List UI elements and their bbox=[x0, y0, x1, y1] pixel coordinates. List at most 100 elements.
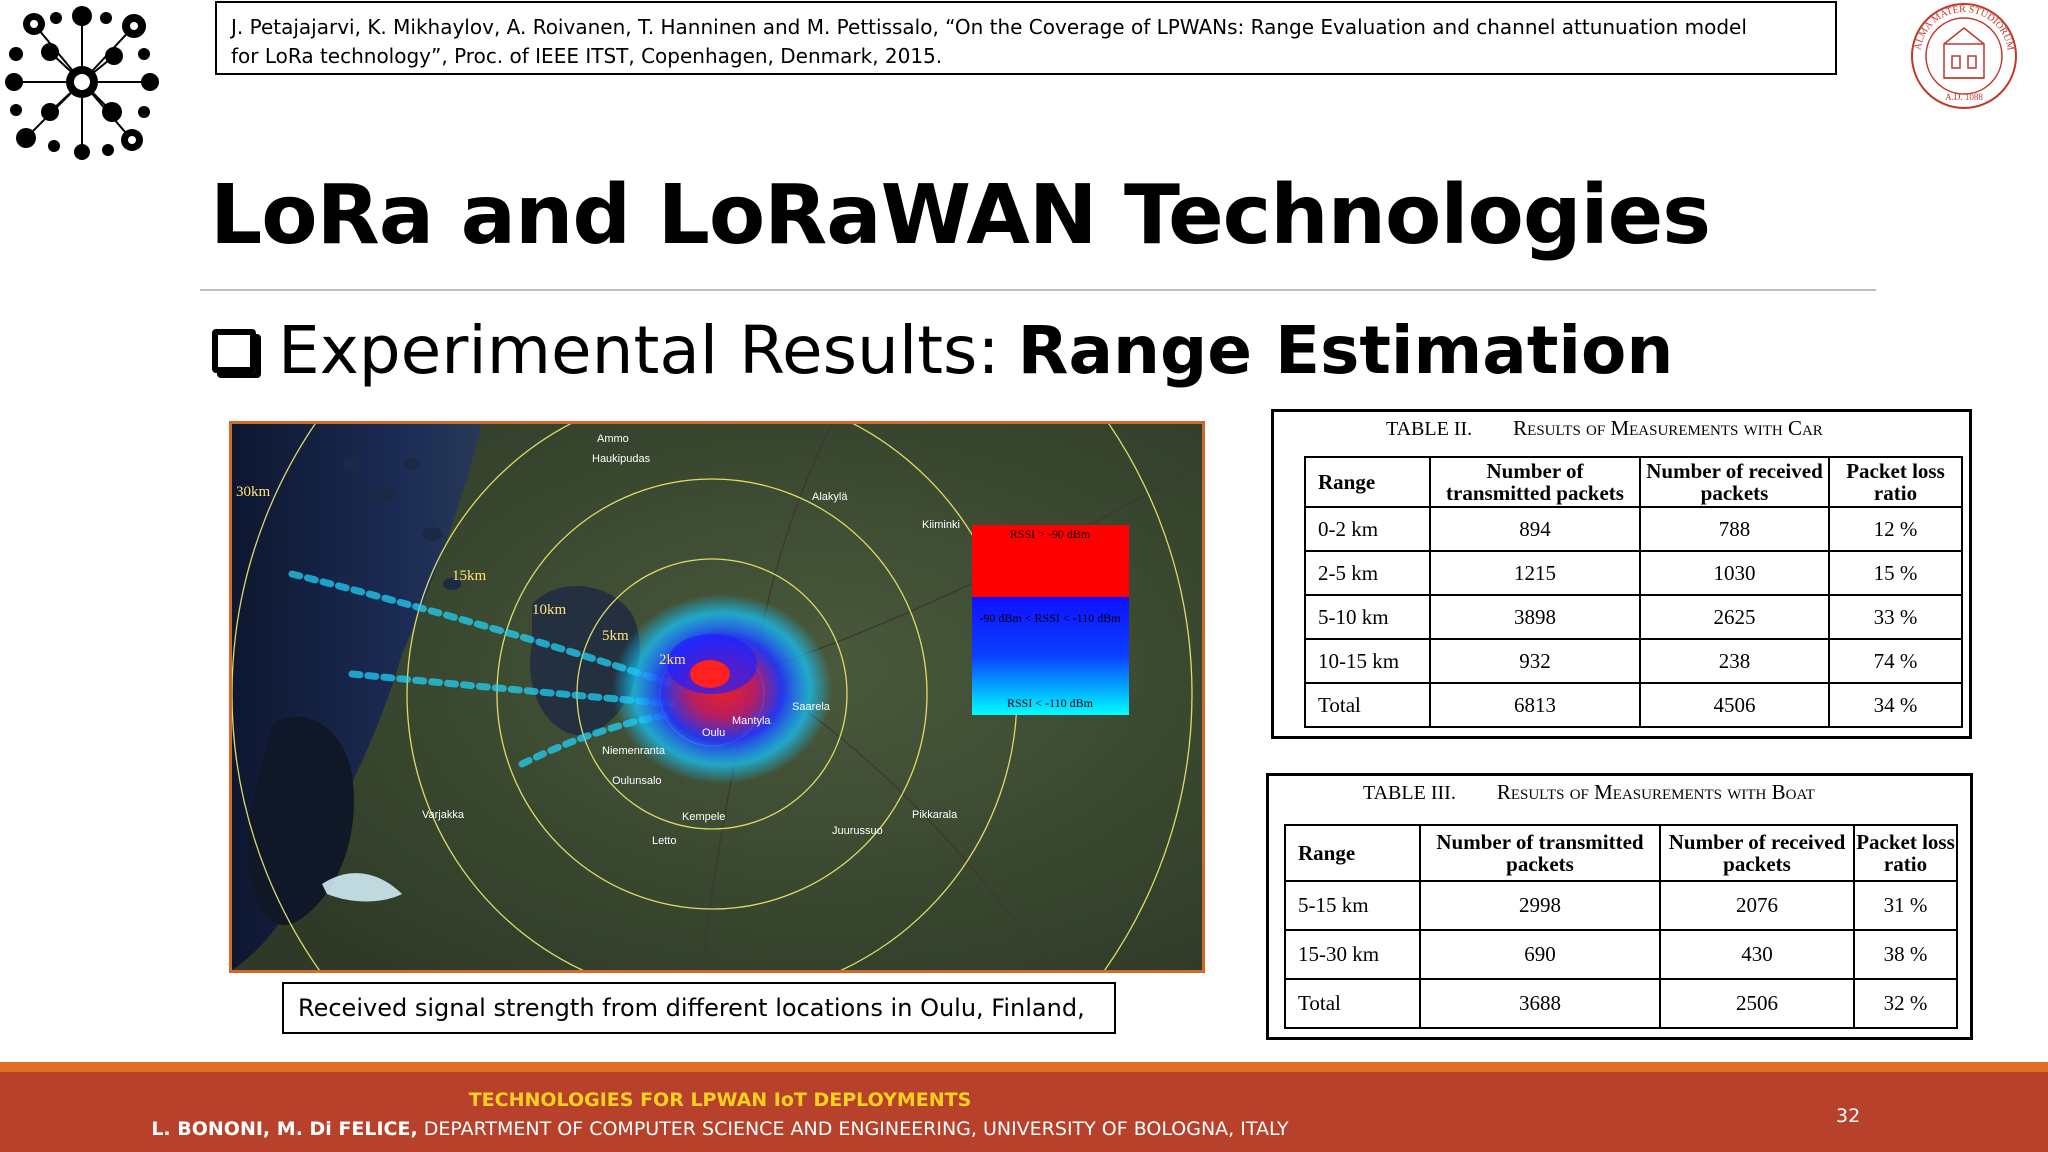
ring-label-15km: 15km bbox=[452, 568, 487, 584]
table2-cell: 12 % bbox=[1828, 506, 1963, 552]
table3-cell: 2506 bbox=[1659, 978, 1855, 1029]
legend-high-label: RSSI > -90 dBm bbox=[1010, 527, 1091, 541]
table-row: 0-2 km 894 788 12 % bbox=[1304, 506, 1963, 552]
table3-caption-title: Results of Measurements with Boat bbox=[1496, 780, 1815, 804]
legend-low-label: RSSI < -110 dBm bbox=[1007, 696, 1094, 710]
table2-cell: 1215 bbox=[1429, 550, 1641, 596]
table2-header: Number of transmitted packets bbox=[1429, 456, 1641, 508]
results-table-boat: TABLE III. Results of Measurements with … bbox=[1266, 773, 1973, 1040]
table2-cell: 74 % bbox=[1828, 638, 1963, 684]
ring-label-5km: 5km bbox=[602, 628, 629, 644]
table-row: 15-30 km 690 430 38 % bbox=[1284, 929, 1958, 980]
footer-bar bbox=[0, 1072, 2048, 1152]
citation-line-1: J. Petajajarvi, K. Mikhaylov, A. Roivane… bbox=[231, 15, 1747, 39]
table2-header: Packet loss ratio bbox=[1828, 456, 1963, 508]
town-label: Oulunsalo bbox=[612, 775, 662, 787]
table-row: 2-5 km 1215 1030 15 % bbox=[1304, 550, 1963, 596]
legend-mid-label: -90 dBm < RSSI < -110 dBm bbox=[979, 611, 1121, 625]
table2-cell: 894 bbox=[1429, 506, 1641, 552]
ring-label-30km: 30km bbox=[236, 484, 271, 500]
table2-cell: 238 bbox=[1639, 638, 1830, 684]
table2-cell: 34 % bbox=[1828, 682, 1963, 728]
table3-cell: 430 bbox=[1659, 929, 1855, 980]
table3-cell: 5-15 km bbox=[1284, 880, 1421, 931]
table3-cell: 3688 bbox=[1419, 978, 1661, 1029]
town-label: Saarela bbox=[792, 701, 831, 713]
table3-cell: 690 bbox=[1419, 929, 1661, 980]
table2-header: Range bbox=[1304, 456, 1431, 508]
table-row: Total 6813 4506 34 % bbox=[1304, 682, 1963, 728]
table3-grid: Range Number of transmitted packets Numb… bbox=[1284, 824, 1958, 1029]
table-row: 10-15 km 932 238 74 % bbox=[1304, 638, 1963, 684]
table3-cell: 15-30 km bbox=[1284, 929, 1421, 980]
table2-grid: Range Number of transmitted packets Numb… bbox=[1304, 456, 1963, 728]
table2-cell: 932 bbox=[1429, 638, 1641, 684]
table3-header: Number of transmitted packets bbox=[1419, 824, 1661, 882]
university-seal-icon: ALMA MATER STUDIORUM A.D. 1088 bbox=[1911, 3, 2017, 109]
ring-label-10km: 10km bbox=[532, 602, 567, 618]
table3-cell: 2076 bbox=[1659, 880, 1855, 931]
results-table-car: TABLE II. Results of Measurements with C… bbox=[1271, 409, 1972, 739]
svg-text:A.D. 1088: A.D. 1088 bbox=[1945, 92, 1983, 102]
citation-line-2: for LoRa technology”, Proc. of IEEE ITST… bbox=[231, 44, 943, 68]
town-label: Ammo bbox=[597, 433, 629, 445]
town-label: Niemenranta bbox=[602, 745, 666, 757]
town-label: Letto bbox=[652, 835, 676, 847]
town-label: Kiiminki bbox=[922, 519, 960, 531]
footer-department: DEPARTMENT OF COMPUTER SCIENCE AND ENGIN… bbox=[423, 1118, 1289, 1140]
table2-cell: 788 bbox=[1639, 506, 1830, 552]
coverage-map: 30km 15km 10km 5km 2km Ammo Haukipudas A… bbox=[229, 421, 1205, 973]
table3-caption-number: TABLE III. bbox=[1363, 782, 1456, 804]
table2-cell: 1030 bbox=[1639, 550, 1830, 596]
table2-cell: 15 % bbox=[1828, 550, 1963, 596]
footer-accent-strip bbox=[0, 1062, 2048, 1072]
table2-caption-title: Results of Measurements with Car bbox=[1513, 416, 1823, 440]
map-caption: Received signal strength from different … bbox=[282, 982, 1116, 1034]
table2-cell: 2625 bbox=[1639, 594, 1830, 640]
table2-caption-number: TABLE II. bbox=[1386, 418, 1473, 440]
table2-cell: 10-15 km bbox=[1304, 638, 1431, 684]
slide-title: LoRa and LoRaWAN Technologies bbox=[210, 168, 1711, 263]
coverage-map-image: 30km 15km 10km 5km 2km Ammo Haukipudas A… bbox=[232, 424, 1202, 970]
footer-authors: L. BONONI, M. Di FELICE, bbox=[151, 1118, 418, 1140]
footer-credits: L. BONONI, M. Di FELICE, DEPARTMENT OF C… bbox=[0, 1118, 1440, 1140]
town-label: Haukipudas bbox=[592, 453, 651, 465]
bullet-bold-text: Range Estimation bbox=[1017, 312, 1674, 389]
table3-cell: 2998 bbox=[1419, 880, 1661, 931]
table2-header: Number of received packets bbox=[1639, 456, 1830, 508]
table3-header: Packet loss ratio bbox=[1853, 824, 1958, 882]
table3-cell: 32 % bbox=[1853, 978, 1958, 1029]
table2-cell: 4506 bbox=[1639, 682, 1830, 728]
ring-label-2km: 2km bbox=[659, 652, 686, 668]
iot-logo-icon bbox=[5, 6, 159, 160]
table2-cell: Total bbox=[1304, 682, 1431, 728]
town-label: Varjakka bbox=[422, 809, 465, 821]
town-label: Kempele bbox=[682, 811, 725, 823]
bullet-heading: Experimental Results: Range Estimation bbox=[212, 312, 1673, 389]
town-label: Juurussuo bbox=[832, 825, 883, 837]
table3-cell: 31 % bbox=[1853, 880, 1958, 931]
table-row: Total 3688 2506 32 % bbox=[1284, 978, 1958, 1029]
checkbox-bullet-icon bbox=[212, 328, 256, 373]
town-label: Alakylä bbox=[812, 491, 848, 503]
title-divider bbox=[200, 289, 1876, 291]
bullet-text: Experimental Results: bbox=[278, 312, 1000, 389]
town-label: Oulu bbox=[702, 727, 725, 739]
table-row: 5-10 km 3898 2625 33 % bbox=[1304, 594, 1963, 640]
footer-title: TECHNOLOGIES FOR LPWAN IoT DEPLOYMENTS bbox=[468, 1089, 972, 1111]
table3-cell: 38 % bbox=[1853, 929, 1958, 980]
table2-caption: TABLE II. Results of Measurements with C… bbox=[1274, 412, 1969, 446]
table2-cell: 6813 bbox=[1429, 682, 1641, 728]
table3-caption: TABLE III. Results of Measurements with … bbox=[1269, 776, 1970, 810]
citation-box: J. Petajajarvi, K. Mikhaylov, A. Roivane… bbox=[215, 1, 1837, 75]
table-row: 5-15 km 2998 2076 31 % bbox=[1284, 880, 1958, 931]
table2-cell: 0-2 km bbox=[1304, 506, 1431, 552]
town-label: Mantyla bbox=[732, 715, 771, 727]
table3-header: Number of received packets bbox=[1659, 824, 1855, 882]
table2-cell: 3898 bbox=[1429, 594, 1641, 640]
table2-cell: 5-10 km bbox=[1304, 594, 1431, 640]
page-number: 32 bbox=[1836, 1105, 1861, 1127]
table3-header: Range bbox=[1284, 824, 1421, 882]
table3-cell: Total bbox=[1284, 978, 1421, 1029]
table2-cell: 2-5 km bbox=[1304, 550, 1431, 596]
